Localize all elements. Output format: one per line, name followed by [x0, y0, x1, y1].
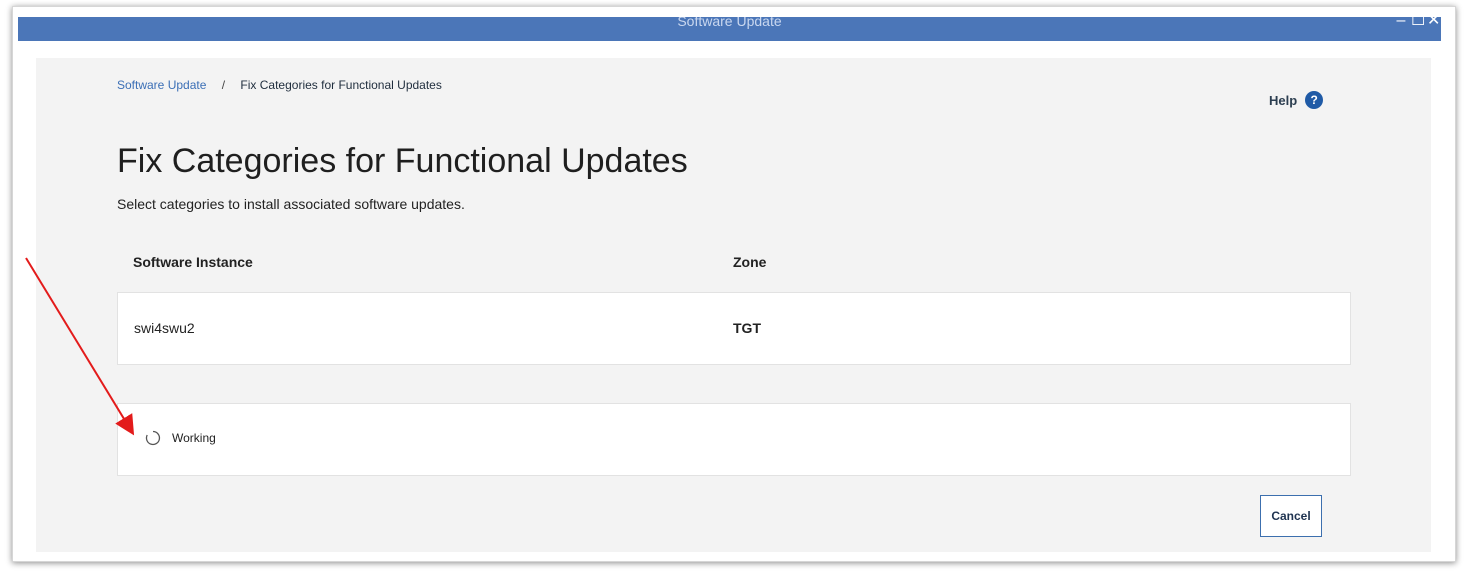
column-header-zone: Zone — [733, 254, 767, 270]
help-label: Help — [1269, 92, 1298, 108]
breadcrumb-current: Fix Categories for Functional Updates — [240, 78, 442, 92]
maximize-icon[interactable]: ☐ — [1411, 17, 1425, 33]
cell-software-instance: swi4swu2 — [134, 320, 195, 336]
table-row[interactable]: swi4swu2 TGT — [117, 292, 1351, 365]
cell-zone: TGT — [733, 320, 761, 336]
window-title: Software Update — [677, 17, 782, 29]
breadcrumb: Software Update / Fix Categories for Fun… — [117, 78, 442, 92]
close-icon[interactable]: ✕ — [1427, 17, 1440, 33]
page-title: Fix Categories for Functional Updates — [117, 142, 688, 180]
column-header-software-instance: Software Instance — [133, 254, 253, 270]
screenshot-stage: Software Update – ☐ ✕ Software Update / … — [0, 0, 1464, 571]
help-link[interactable]: Help ? — [1269, 91, 1324, 109]
window-titlebar[interactable]: Software Update – ☐ ✕ — [18, 17, 1441, 41]
window-controls: – ☐ ✕ — [1395, 17, 1441, 33]
spinner-icon — [145, 430, 161, 446]
minimize-icon[interactable]: – — [1395, 17, 1407, 33]
cancel-button[interactable]: Cancel — [1260, 495, 1322, 537]
breadcrumb-link-software-update[interactable]: Software Update — [117, 78, 206, 92]
main-panel: Software Update / Fix Categories for Fun… — [36, 58, 1431, 552]
help-circle-icon: ? — [1305, 91, 1324, 109]
status-panel: Working — [117, 403, 1351, 476]
page-subtitle: Select categories to install associated … — [117, 196, 465, 212]
breadcrumb-separator: / — [221, 78, 226, 92]
status-text: Working — [172, 431, 216, 445]
